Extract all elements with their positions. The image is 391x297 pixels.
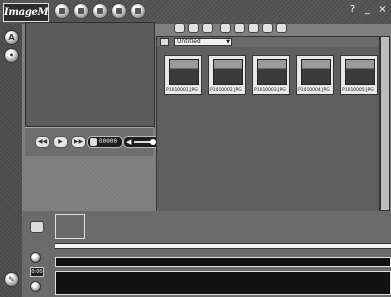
- thumbnail-caption: P1010003.JPG: [254, 88, 286, 93]
- print-mode-button[interactable]: [130, 3, 146, 19]
- camera-tool-icon[interactable]: [174, 23, 185, 33]
- counter-icon: [90, 138, 97, 146]
- thumbnail-browser: Untitled ▼ P1010001.JPG P1010002.JPG P10…: [156, 36, 380, 213]
- thumbnail-caption: P1010004.JPG: [298, 88, 330, 93]
- copy-icon[interactable]: [202, 23, 213, 33]
- clip-slot[interactable]: [55, 214, 85, 239]
- folder-name: Untitled: [177, 38, 201, 45]
- audio-track[interactable]: [55, 271, 391, 295]
- time-counter: 00000: [87, 136, 123, 148]
- app-logo: ImageMixer: [3, 3, 49, 22]
- disc-mode-button[interactable]: [111, 3, 127, 19]
- thumbnail[interactable]: P1010002.JPG: [208, 55, 246, 95]
- browser-toolbar: [156, 22, 391, 36]
- wrench-icon: ✎: [8, 275, 15, 284]
- album-button[interactable]: A: [4, 30, 19, 45]
- thumbnail[interactable]: P1010005.JPG: [340, 55, 378, 95]
- timeline-label: 0:00: [30, 267, 44, 277]
- preview-area: [25, 22, 155, 127]
- edit-tool-icon[interactable]: [248, 23, 259, 33]
- add-clip-button[interactable]: [30, 221, 44, 233]
- rewind-button[interactable]: ◀◀: [35, 136, 50, 148]
- counter-value: 00000: [99, 138, 118, 145]
- capture-mode-button[interactable]: [54, 3, 70, 19]
- timeline-ruler[interactable]: [55, 243, 391, 249]
- thumbnail-image: [301, 59, 331, 85]
- import-button[interactable]: •: [4, 48, 19, 63]
- chevron-down-icon: ▼: [226, 39, 230, 45]
- preview-controls: ◀◀ ▶ ▶▶ 00000 ◀: [25, 127, 161, 156]
- album-icon: A: [8, 33, 15, 42]
- printer-icon: [135, 8, 141, 14]
- import-icon: •: [8, 51, 15, 60]
- folder-bar: Untitled ▼: [157, 37, 379, 47]
- close-button[interactable]: ×: [377, 4, 388, 15]
- speaker-icon: ◀: [126, 138, 132, 146]
- import-tool-icon[interactable]: [234, 23, 245, 33]
- thumbnail-caption: P1010002.JPG: [210, 88, 242, 93]
- folder-icon[interactable]: [160, 38, 169, 46]
- help-button[interactable]: ?: [347, 4, 358, 15]
- left-sidebar: A • ✎: [0, 24, 22, 297]
- thumbnail-caption: P1010001.JPG: [166, 88, 198, 93]
- imagemixer-window: ImageMixer ? _ × A • ✎ ◀◀ ▶ ▶▶ 00000 ◀: [0, 0, 391, 297]
- rotate-icon[interactable]: [220, 23, 231, 33]
- zoom-button[interactable]: [30, 281, 41, 292]
- delete-icon[interactable]: [262, 23, 273, 33]
- forward-button[interactable]: ▶▶: [71, 136, 86, 148]
- camera-icon: [59, 8, 65, 14]
- thumbnail-image: [213, 59, 243, 85]
- thumbnail-image: [345, 59, 375, 85]
- thumbnail-image: [169, 59, 199, 85]
- folder-dropdown[interactable]: Untitled ▼: [174, 38, 232, 46]
- thumbnail-caption: P1010005.JPG: [342, 88, 374, 93]
- forward-icon: ▶▶: [73, 138, 84, 145]
- edit-mode-button[interactable]: [73, 3, 89, 19]
- disc-icon: [116, 8, 122, 14]
- play-button[interactable]: ▶: [53, 136, 68, 148]
- find-icon[interactable]: [276, 23, 287, 33]
- vertical-scrollbar[interactable]: [380, 36, 390, 211]
- thumbnail-image: [257, 59, 287, 85]
- timeline-panel: 0:00: [22, 211, 391, 297]
- thumbnail[interactable]: P1010001.JPG: [164, 55, 202, 95]
- tools-button[interactable]: ✎: [4, 272, 19, 287]
- new-album-icon[interactable]: [188, 23, 199, 33]
- rewind-icon: ◀◀: [37, 138, 48, 145]
- video-track[interactable]: [55, 257, 391, 267]
- thumbnail[interactable]: P1010004.JPG: [296, 55, 334, 95]
- add-track-button[interactable]: [30, 252, 41, 263]
- film-icon: [97, 8, 103, 14]
- play-icon: ▶: [58, 138, 63, 145]
- edit-icon: [78, 8, 84, 14]
- minimize-button[interactable]: _: [362, 4, 373, 15]
- video-mode-button[interactable]: [92, 3, 108, 19]
- title-bar: ImageMixer ? _ ×: [0, 0, 391, 24]
- thumbnail[interactable]: P1010003.JPG: [252, 55, 290, 95]
